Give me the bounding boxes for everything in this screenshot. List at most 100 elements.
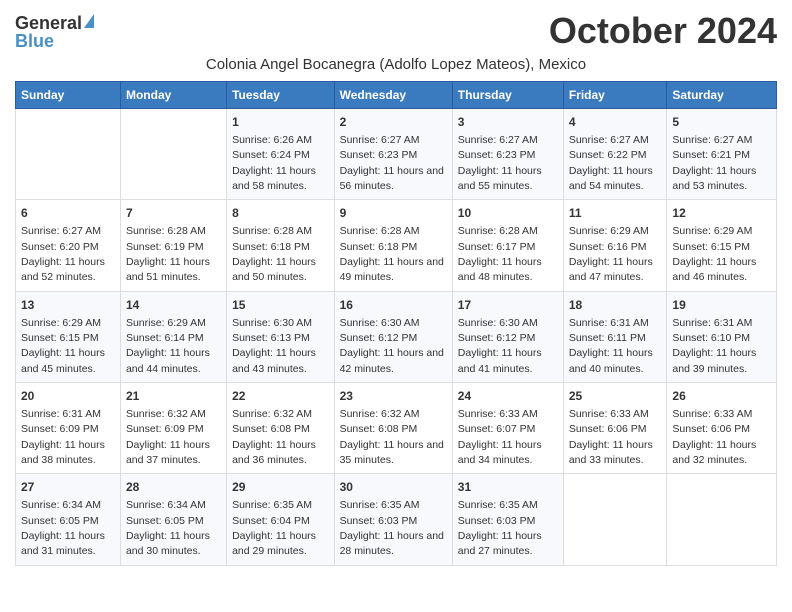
day-number: 2 bbox=[340, 114, 447, 131]
logo-general-text: General bbox=[15, 14, 82, 32]
calendar-day-cell: 25 Sunrise: 6:33 AM Sunset: 6:06 PM Dayli… bbox=[563, 383, 667, 474]
day-number: 16 bbox=[340, 297, 447, 314]
calendar-day-cell: 29 Sunrise: 6:35 AM Sunset: 6:04 PM Dayli… bbox=[227, 474, 335, 565]
calendar-day-cell: 22 Sunrise: 6:32 AM Sunset: 6:08 PM Dayli… bbox=[227, 383, 335, 474]
day-number: 20 bbox=[21, 388, 115, 405]
day-info: Sunrise: 6:31 AM Sunset: 6:09 PM Dayligh… bbox=[21, 408, 105, 466]
calendar-week-row: 27 Sunrise: 6:34 AM Sunset: 6:05 PM Dayli… bbox=[16, 474, 777, 565]
calendar-day-cell bbox=[563, 474, 667, 565]
day-info: Sunrise: 6:32 AM Sunset: 6:09 PM Dayligh… bbox=[126, 408, 210, 466]
day-number: 31 bbox=[458, 479, 558, 496]
calendar-day-cell: 23Sunrise: 6:32 AM Sunset: 6:08 PM Dayli… bbox=[334, 383, 452, 474]
day-info: Sunrise: 6:35 AM Sunset: 6:03 PM Dayligh… bbox=[340, 499, 444, 557]
day-info: Sunrise: 6:29 AM Sunset: 6:14 PM Dayligh… bbox=[126, 317, 210, 375]
day-info: Sunrise: 6:26 AM Sunset: 6:24 PM Dayligh… bbox=[232, 134, 316, 192]
calendar-day-cell: 31 Sunrise: 6:35 AM Sunset: 6:03 PM Dayli… bbox=[452, 474, 563, 565]
calendar-day-cell: 2 Sunrise: 6:27 AM Sunset: 6:23 PM Daylig… bbox=[334, 109, 452, 200]
subtitle: Colonia Angel Bocanegra (Adolfo Lopez Ma… bbox=[15, 56, 777, 73]
day-info: Sunrise: 6:29 AM Sunset: 6:15 PM Dayligh… bbox=[672, 225, 756, 283]
day-number: 25 bbox=[569, 388, 662, 405]
logo-blue-text: Blue bbox=[15, 32, 54, 50]
day-info: Sunrise: 6:28 AM Sunset: 6:17 PM Dayligh… bbox=[458, 225, 542, 283]
calendar-day-cell: 30 Sunrise: 6:35 AM Sunset: 6:03 PM Dayli… bbox=[334, 474, 452, 565]
day-number: 11 bbox=[569, 205, 662, 222]
calendar-day-cell: 6 Sunrise: 6:27 AM Sunset: 6:20 PM Daylig… bbox=[16, 200, 121, 291]
calendar-day-cell: 21 Sunrise: 6:32 AM Sunset: 6:09 PM Dayli… bbox=[120, 383, 226, 474]
day-number: 15 bbox=[232, 297, 329, 314]
day-info: Sunrise: 6:32 AM Sunset: 6:08 PM Dayligh… bbox=[232, 408, 316, 466]
day-number: 4 bbox=[569, 114, 662, 131]
day-info: Sunrise: 6:27 AM Sunset: 6:22 PM Dayligh… bbox=[569, 134, 653, 192]
calendar-body: 1 Sunrise: 6:26 AM Sunset: 6:24 PM Daylig… bbox=[16, 109, 777, 566]
header: General Blue October 2024 bbox=[15, 10, 777, 52]
calendar-header-cell: Saturday bbox=[667, 82, 777, 109]
day-info: Sunrise: 6:35 AM Sunset: 6:03 PM Dayligh… bbox=[458, 499, 542, 557]
day-number: 28 bbox=[126, 479, 221, 496]
day-number: 22 bbox=[232, 388, 329, 405]
day-info: Sunrise: 6:34 AM Sunset: 6:05 PM Dayligh… bbox=[126, 499, 210, 557]
day-number: 26 bbox=[672, 388, 771, 405]
calendar-week-row: 1 Sunrise: 6:26 AM Sunset: 6:24 PM Daylig… bbox=[16, 109, 777, 200]
day-number: 7 bbox=[126, 205, 221, 222]
calendar-header-row: SundayMondayTuesdayWednesdayThursdayFrid… bbox=[16, 82, 777, 109]
calendar-day-cell bbox=[120, 109, 226, 200]
day-info: Sunrise: 6:28 AM Sunset: 6:18 PM Dayligh… bbox=[340, 225, 444, 283]
calendar-day-cell: 5Sunrise: 6:27 AM Sunset: 6:21 PM Daylig… bbox=[667, 109, 777, 200]
day-number: 12 bbox=[672, 205, 771, 222]
day-info: Sunrise: 6:28 AM Sunset: 6:19 PM Dayligh… bbox=[126, 225, 210, 283]
calendar-day-cell: 4 Sunrise: 6:27 AM Sunset: 6:22 PM Daylig… bbox=[563, 109, 667, 200]
calendar-day-cell: 14Sunrise: 6:29 AM Sunset: 6:14 PM Dayli… bbox=[120, 291, 226, 382]
calendar-day-cell: 8Sunrise: 6:28 AM Sunset: 6:18 PM Daylig… bbox=[227, 200, 335, 291]
day-number: 1 bbox=[232, 114, 329, 131]
day-number: 23 bbox=[340, 388, 447, 405]
day-number: 24 bbox=[458, 388, 558, 405]
calendar-day-cell: 15 Sunrise: 6:30 AM Sunset: 6:13 PM Dayli… bbox=[227, 291, 335, 382]
day-info: Sunrise: 6:31 AM Sunset: 6:11 PM Dayligh… bbox=[569, 317, 653, 375]
day-number: 3 bbox=[458, 114, 558, 131]
day-number: 27 bbox=[21, 479, 115, 496]
calendar-header-cell: Tuesday bbox=[227, 82, 335, 109]
month-title: October 2024 bbox=[549, 10, 777, 52]
calendar-header-cell: Monday bbox=[120, 82, 226, 109]
calendar-day-cell: 9Sunrise: 6:28 AM Sunset: 6:18 PM Daylig… bbox=[334, 200, 452, 291]
calendar-header-cell: Thursday bbox=[452, 82, 563, 109]
calendar-day-cell: 20 Sunrise: 6:31 AM Sunset: 6:09 PM Dayli… bbox=[16, 383, 121, 474]
day-number: 5 bbox=[672, 114, 771, 131]
day-info: Sunrise: 6:30 AM Sunset: 6:12 PM Dayligh… bbox=[340, 317, 444, 375]
day-number: 10 bbox=[458, 205, 558, 222]
day-number: 6 bbox=[21, 205, 115, 222]
calendar-day-cell: 27 Sunrise: 6:34 AM Sunset: 6:05 PM Dayli… bbox=[16, 474, 121, 565]
calendar-day-cell: 16 Sunrise: 6:30 AM Sunset: 6:12 PM Dayli… bbox=[334, 291, 452, 382]
calendar-day-cell: 1 Sunrise: 6:26 AM Sunset: 6:24 PM Daylig… bbox=[227, 109, 335, 200]
calendar-day-cell: 3Sunrise: 6:27 AM Sunset: 6:23 PM Daylig… bbox=[452, 109, 563, 200]
day-info: Sunrise: 6:27 AM Sunset: 6:20 PM Dayligh… bbox=[21, 225, 105, 283]
calendar-day-cell: 26 Sunrise: 6:33 AM Sunset: 6:06 PM Dayli… bbox=[667, 383, 777, 474]
day-number: 29 bbox=[232, 479, 329, 496]
day-info: Sunrise: 6:33 AM Sunset: 6:06 PM Dayligh… bbox=[672, 408, 756, 466]
day-info: Sunrise: 6:27 AM Sunset: 6:23 PM Dayligh… bbox=[340, 134, 444, 192]
day-info: Sunrise: 6:33 AM Sunset: 6:06 PM Dayligh… bbox=[569, 408, 653, 466]
day-number: 8 bbox=[232, 205, 329, 222]
calendar-day-cell: 28 Sunrise: 6:34 AM Sunset: 6:05 PM Dayli… bbox=[120, 474, 226, 565]
calendar-day-cell: 18 Sunrise: 6:31 AM Sunset: 6:11 PM Dayli… bbox=[563, 291, 667, 382]
calendar-day-cell: 13Sunrise: 6:29 AM Sunset: 6:15 PM Dayli… bbox=[16, 291, 121, 382]
calendar-day-cell: 24Sunrise: 6:33 AM Sunset: 6:07 PM Dayli… bbox=[452, 383, 563, 474]
day-number: 18 bbox=[569, 297, 662, 314]
calendar-day-cell bbox=[667, 474, 777, 565]
day-number: 21 bbox=[126, 388, 221, 405]
day-info: Sunrise: 6:30 AM Sunset: 6:12 PM Dayligh… bbox=[458, 317, 542, 375]
day-info: Sunrise: 6:29 AM Sunset: 6:16 PM Dayligh… bbox=[569, 225, 653, 283]
calendar-header-cell: Sunday bbox=[16, 82, 121, 109]
calendar-day-cell: 7 Sunrise: 6:28 AM Sunset: 6:19 PM Daylig… bbox=[120, 200, 226, 291]
day-number: 30 bbox=[340, 479, 447, 496]
calendar-header-cell: Friday bbox=[563, 82, 667, 109]
day-info: Sunrise: 6:34 AM Sunset: 6:05 PM Dayligh… bbox=[21, 499, 105, 557]
day-info: Sunrise: 6:30 AM Sunset: 6:13 PM Dayligh… bbox=[232, 317, 316, 375]
calendar-day-cell: 10 Sunrise: 6:28 AM Sunset: 6:17 PM Dayli… bbox=[452, 200, 563, 291]
calendar-table: SundayMondayTuesdayWednesdayThursdayFrid… bbox=[15, 81, 777, 566]
calendar-week-row: 13Sunrise: 6:29 AM Sunset: 6:15 PM Dayli… bbox=[16, 291, 777, 382]
calendar-day-cell: 11 Sunrise: 6:29 AM Sunset: 6:16 PM Dayli… bbox=[563, 200, 667, 291]
calendar-week-row: 20 Sunrise: 6:31 AM Sunset: 6:09 PM Dayli… bbox=[16, 383, 777, 474]
day-info: Sunrise: 6:35 AM Sunset: 6:04 PM Dayligh… bbox=[232, 499, 316, 557]
calendar-header-cell: Wednesday bbox=[334, 82, 452, 109]
